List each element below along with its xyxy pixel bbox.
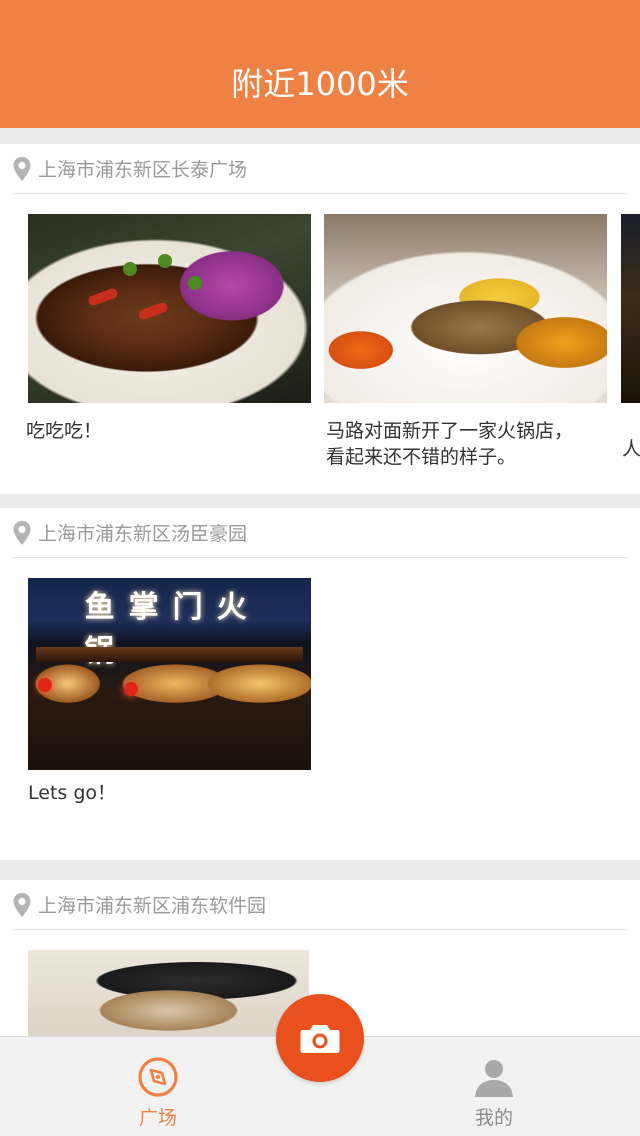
post-caption: Lets go！ (28, 782, 117, 804)
feed[interactable]: 上海市浦东新区长泰广场 吃吃吃！ 马路对面新开了一家火锅店， 看起来还不错的样子… (0, 128, 640, 1036)
post-photo[interactable] (28, 214, 311, 403)
tab-label: 广场 (138, 1107, 177, 1129)
location-row[interactable]: 上海市浦东新区长泰广场 (12, 144, 628, 194)
camera-button[interactable] (276, 994, 364, 1082)
user-icon (475, 1060, 513, 1097)
post-photo[interactable] (28, 950, 309, 1036)
post-card: 上海市浦东新区长泰广场 吃吃吃！ 马路对面新开了一家火锅店， 看起来还不错的样子… (0, 144, 640, 494)
location-pin-icon (13, 520, 31, 545)
post-caption: 吃吃吃！ (26, 420, 103, 442)
camera-icon (300, 1025, 340, 1053)
restaurant-sign: 鱼掌门火锅 (84, 590, 261, 669)
post-caption-line: 马路对面新开了一家火锅店， (326, 420, 574, 442)
tab-mine[interactable]: 我的 (424, 1037, 564, 1136)
nav-header: 附近1000米 (0, 0, 640, 128)
post-card: 上海市浦东新区汤臣豪园 鱼掌门火锅 Lets go！ (0, 508, 640, 860)
location-pin-icon (13, 892, 31, 917)
post-caption-line: 看起来还不错的样子。 (326, 446, 517, 468)
tab-label: 我的 (474, 1107, 513, 1129)
post-caption: 马路对面新开了一家火锅店， 看起来还不错的样子。 (326, 418, 573, 470)
location-text: 上海市浦东新区汤臣豪园 (38, 523, 248, 545)
page-title: 附近1000米 (231, 65, 409, 103)
location-pin-icon (13, 156, 31, 181)
post-photo[interactable] (621, 214, 640, 403)
location-text: 上海市浦东新区浦东软件园 (38, 895, 267, 917)
post-photo[interactable] (324, 214, 607, 403)
post-photo[interactable]: 鱼掌门火锅 (28, 578, 311, 770)
post-caption: 人 (622, 438, 640, 460)
tab-plaza[interactable]: 广场 (88, 1037, 228, 1136)
location-row[interactable]: 上海市浦东新区浦东软件园 (12, 880, 628, 930)
location-text: 上海市浦东新区长泰广场 (38, 159, 248, 181)
compass-icon (138, 1057, 178, 1097)
location-row[interactable]: 上海市浦东新区汤臣豪园 (12, 508, 628, 558)
